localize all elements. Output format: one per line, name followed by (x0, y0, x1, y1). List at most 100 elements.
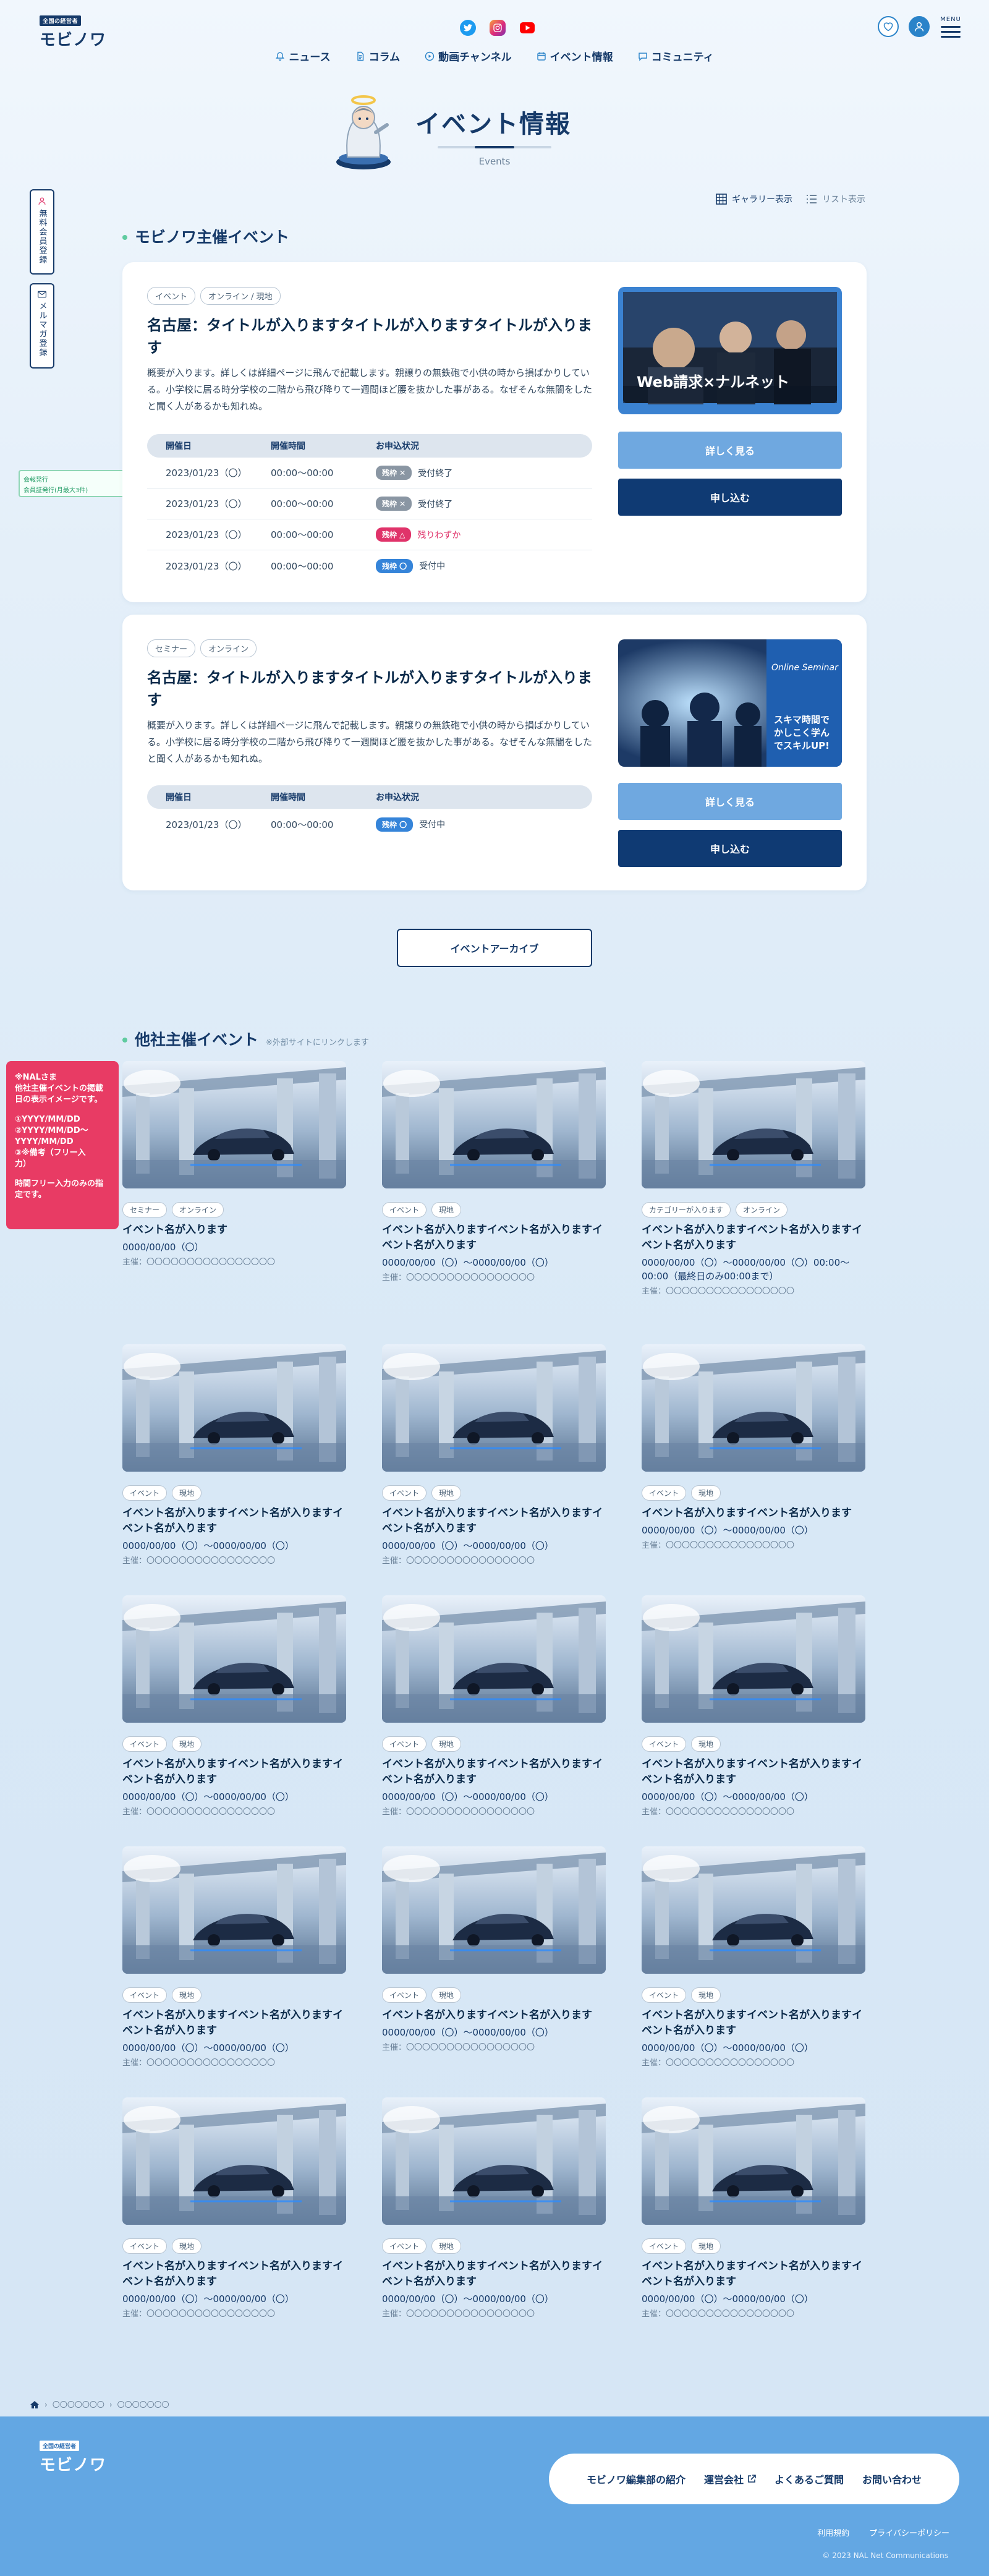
privacy-link[interactable]: プライバシーポリシー (869, 2527, 949, 2538)
youtube-icon[interactable] (519, 20, 535, 36)
footer-link-editorial[interactable]: モビノワ編集部の紹介 (587, 2472, 686, 2486)
external-event-card[interactable]: イベント 現地 イベント名が入りますイベント名が入りますイベント名が入ります 0… (382, 1595, 606, 1817)
nav-video-label: 動画チャンネル (438, 51, 512, 64)
footer-link-company[interactable]: 運営会社 (704, 2472, 756, 2486)
newsletter-tab[interactable]: メルマガ登録 (30, 283, 54, 369)
event-title[interactable]: イベント名が入りますイベント名が入りますイベント名が入ります (122, 1506, 346, 1537)
footer-logo[interactable]: 全国の経営者 モビノワ (40, 2439, 106, 2475)
external-event-card[interactable]: イベント 現地 イベント名が入りますイベント名が入ります 0000/00/00（… (382, 1846, 606, 2052)
nav-news[interactable]: ニュース (275, 48, 331, 64)
breadcrumb-separator: › (109, 2400, 112, 2409)
event-image[interactable] (642, 1595, 865, 1723)
list-icon (807, 195, 817, 203)
twitter-icon[interactable] (460, 20, 476, 36)
event-image[interactable] (382, 1061, 606, 1188)
external-event-card[interactable]: イベント 現地 イベント名が入りますイベント名が入ります 0000/00/00（… (642, 1344, 865, 1550)
logo-wordmark: モビノワ (40, 2456, 107, 2475)
external-event-card[interactable]: イベント 現地 イベント名が入りますイベント名が入りますイベント名が入ります 0… (122, 1344, 346, 1566)
event-title[interactable]: イベント名が入りますイベント名が入りますイベント名が入ります (122, 2008, 346, 2039)
event-image[interactable]: Online Seminar スキマ時間でかしこく学んでスキルUP! (618, 639, 842, 767)
event-image[interactable] (642, 2097, 865, 2225)
apply-button[interactable]: 申し込む (618, 479, 842, 516)
nav-column[interactable]: コラム (355, 48, 400, 64)
favorite-button[interactable] (878, 16, 899, 37)
external-event-card[interactable]: イベント 現地 イベント名が入りますイベント名が入りますイベント名が入ります 0… (122, 2097, 346, 2319)
event-image[interactable] (122, 2097, 346, 2225)
list-view-toggle[interactable]: リスト表示 (806, 193, 865, 205)
event-archive-button[interactable]: イベントアーカイブ (397, 929, 592, 967)
breadcrumb-item[interactable]: 〇〇〇〇〇〇〇 (53, 2399, 104, 2410)
event-tags: イベント 現地 (382, 1987, 606, 2003)
event-title[interactable]: イベント名が入りますイベント名が入りますイベント名が入ります (642, 2259, 865, 2290)
event-image[interactable] (382, 1344, 606, 1472)
terms-link[interactable]: 利用規約 (817, 2527, 849, 2538)
external-event-card[interactable]: カテゴリーが入ります オンライン イベント名が入りますイベント名が入りますイベン… (642, 1061, 865, 1296)
list-view-label: リスト表示 (822, 195, 865, 205)
menu-button[interactable]: MENU (940, 16, 962, 38)
event-image[interactable] (642, 1061, 865, 1188)
external-event-card[interactable]: セミナー オンライン イベント名が入ります 0000/00/00（〇） 主催：〇… (122, 1061, 346, 1267)
event-title[interactable]: イベント名が入りますイベント名が入りますイベント名が入ります (382, 1506, 606, 1537)
event-title[interactable]: イベント名が入りますイベント名が入りますイベント名が入ります (642, 1757, 865, 1788)
external-event-card[interactable]: イベント 現地 イベント名が入りますイベント名が入りますイベント名が入ります 0… (642, 1595, 865, 1817)
schedule-status: 受付中 (419, 820, 446, 830)
event-title[interactable]: イベント名が入りますイベント名が入りますイベント名が入ります (382, 1222, 606, 1253)
details-button[interactable]: 詳しく見る (618, 432, 842, 469)
footer-link-contact[interactable]: お問い合わせ (862, 2472, 922, 2486)
col-status-header: お申込状況 (376, 441, 419, 451)
external-event-card[interactable]: イベント 現地 イベント名が入りますイベント名が入りますイベント名が入ります 0… (382, 1344, 606, 1566)
event-title[interactable]: イベント名が入りますイベント名が入ります (642, 1506, 865, 1521)
external-event-card[interactable]: イベント 現地 イベント名が入りますイベント名が入りますイベント名が入ります 0… (642, 2097, 865, 2319)
event-card[interactable]: セミナー オンライン 名古屋：タイトルが入りますタイトルが入りますタイトルが入り… (122, 615, 867, 890)
external-link-note: ※外部サイトにリンクします (266, 1038, 369, 1047)
event-tag: イベント (122, 1987, 168, 2003)
event-title[interactable]: 名古屋：タイトルが入りますタイトルが入りますタイトルが入ります (147, 667, 592, 711)
event-image[interactable] (382, 1595, 606, 1723)
event-tag: 現地 (431, 1987, 462, 2003)
instagram-icon[interactable] (490, 20, 506, 36)
home-icon[interactable] (30, 2400, 40, 2409)
event-title[interactable]: イベント名が入りますイベント名が入りますイベント名が入ります (642, 1222, 865, 1253)
event-image[interactable]: Web請求×ナルネット (618, 287, 842, 414)
event-title[interactable]: 名古屋：タイトルが入りますタイトルが入りますタイトルが入ります (147, 314, 592, 359)
external-event-card[interactable]: イベント 現地 イベント名が入りますイベント名が入りますイベント名が入ります 0… (642, 1846, 865, 2068)
event-organizer: 主催：〇〇〇〇〇〇〇〇〇〇〇〇〇〇〇〇 (642, 1287, 795, 1296)
event-title[interactable]: イベント名が入りますイベント名が入りますイベント名が入ります (642, 2008, 865, 2039)
external-event-card[interactable]: イベント 現地 イベント名が入りますイベント名が入りますイベント名が入ります 0… (382, 1061, 606, 1282)
breadcrumb-item: 〇〇〇〇〇〇〇 (117, 2400, 169, 2409)
event-title[interactable]: イベント名が入りますイベント名が入りますイベント名が入ります (382, 2259, 606, 2290)
account-button[interactable] (909, 16, 930, 37)
event-image[interactable] (122, 1061, 346, 1188)
event-title[interactable]: イベント名が入りますイベント名が入りますイベント名が入ります (122, 2259, 346, 2290)
event-image[interactable] (122, 1846, 346, 1974)
event-image[interactable] (122, 1595, 346, 1723)
event-title[interactable]: イベント名が入ります (122, 1222, 346, 1238)
details-button[interactable]: 詳しく見る (618, 783, 842, 820)
event-tag: イベント (382, 2238, 427, 2254)
event-tag: 現地 (172, 1485, 202, 1501)
external-event-card[interactable]: イベント 現地 イベント名が入りますイベント名が入りますイベント名が入ります 0… (122, 1846, 346, 2068)
event-image[interactable] (642, 1846, 865, 1974)
external-event-card[interactable]: イベント 現地 イベント名が入りますイベント名が入りますイベント名が入ります 0… (122, 1595, 346, 1817)
footer-link-faq[interactable]: よくあるご質問 (775, 2472, 844, 2486)
gallery-view-toggle[interactable]: ギャラリー表示 (716, 193, 792, 205)
external-event-card[interactable]: イベント 現地 イベント名が入りますイベント名が入りますイベント名が入ります 0… (382, 2097, 606, 2319)
event-image[interactable] (122, 1344, 346, 1472)
nav-video[interactable]: 動画チャンネル (425, 48, 512, 64)
nav-community[interactable]: コミュニティ (638, 48, 714, 64)
nav-events[interactable]: イベント情報 (537, 48, 613, 64)
col-date-header: 開催日 (166, 793, 192, 803)
design-annotation: ※NALさま 他社主催イベントの掲載 日の表示イメージです。 ①YYYY/MM/… (6, 1061, 119, 1229)
event-title[interactable]: イベント名が入りますイベント名が入りますイベント名が入ります (122, 1757, 346, 1788)
apply-button[interactable]: 申し込む (618, 830, 842, 867)
event-tag: イベント (642, 1485, 687, 1501)
site-logo[interactable]: 全国の経営者 モビノワ (40, 14, 114, 49)
event-thumbnail (642, 2097, 865, 2225)
event-title[interactable]: イベント名が入りますイベント名が入りますイベント名が入ります (382, 1757, 606, 1788)
event-title[interactable]: イベント名が入りますイベント名が入ります (382, 2008, 606, 2023)
event-card[interactable]: イベント オンライン / 現地 名古屋：タイトルが入りますタイトルが入りますタイ… (122, 262, 867, 602)
event-image[interactable] (642, 1344, 865, 1472)
event-image[interactable] (382, 2097, 606, 2225)
free-signup-tab[interactable]: 無料会員登録 (30, 189, 54, 275)
event-image[interactable] (382, 1846, 606, 1974)
